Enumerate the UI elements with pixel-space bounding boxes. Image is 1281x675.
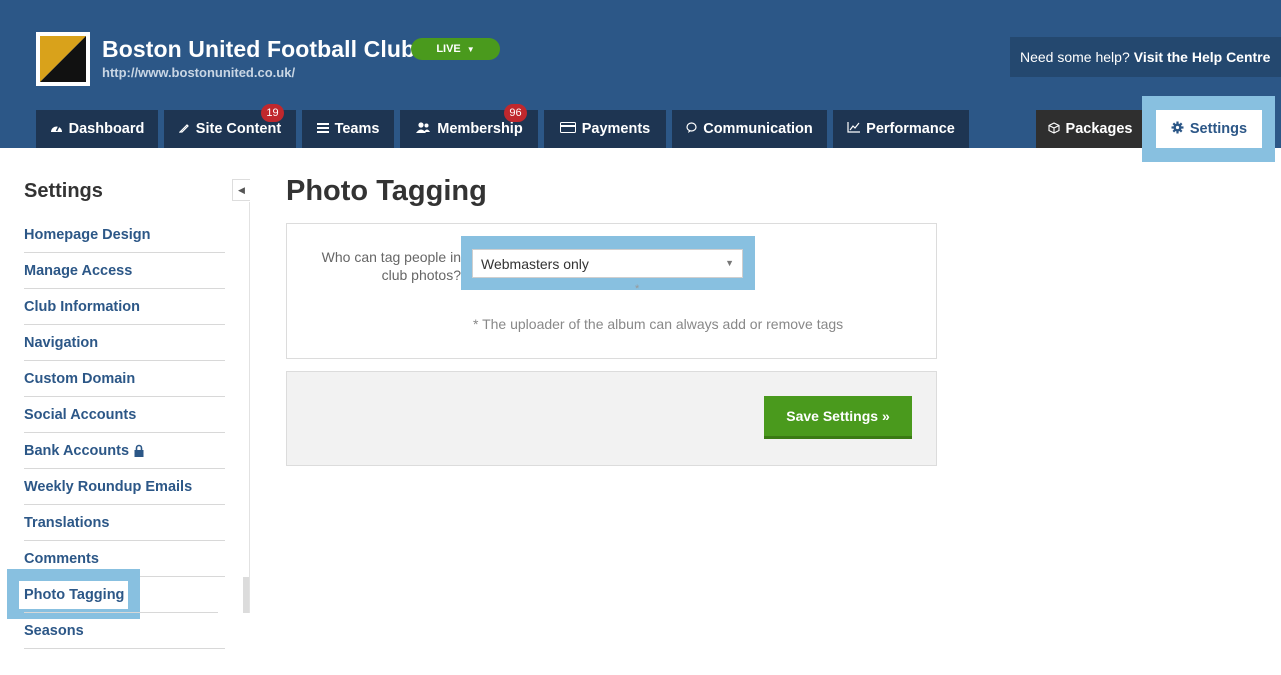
club-logo-icon xyxy=(40,36,86,82)
collapse-sidebar-button[interactable]: ◀ xyxy=(232,179,250,201)
card-icon xyxy=(559,122,576,136)
sidebar-item-bank-accounts[interactable]: Bank Accounts xyxy=(24,433,225,469)
tab-packages[interactable]: Packages xyxy=(1036,110,1144,148)
sidebar-item-club-information[interactable]: Club Information xyxy=(24,289,225,325)
sidebar-item-manage-access[interactable]: Manage Access xyxy=(24,253,225,289)
cube-icon xyxy=(1047,121,1060,137)
page-title: Photo Tagging xyxy=(286,175,487,207)
sidebar-item-homepage-design[interactable]: Homepage Design xyxy=(24,217,225,253)
tab-performance[interactable]: Performance xyxy=(833,110,969,148)
sidebar-scrollbar[interactable] xyxy=(243,577,249,613)
gear-icon xyxy=(1171,121,1184,138)
sidebar-item-label: Navigation xyxy=(24,334,99,351)
sidebar-item-translations[interactable]: Translations xyxy=(24,505,225,541)
sidebar-title: Settings xyxy=(24,180,103,202)
photo-tagging-field-label: Who can tag people in club photos? xyxy=(321,249,461,283)
sidebar-item-social-accounts[interactable]: Social Accounts xyxy=(24,397,225,433)
dashboard-icon xyxy=(50,122,63,136)
sidebar-item-label: Bank Accounts xyxy=(24,442,130,459)
sidebar-item-seasons[interactable]: Seasons xyxy=(24,613,225,649)
sidebar-item-label: Homepage Design xyxy=(24,226,151,243)
required-mark: * xyxy=(635,283,640,295)
chart-icon xyxy=(847,122,861,136)
club-name: Boston United Football Club xyxy=(102,36,416,62)
tab-settings[interactable]: Settings xyxy=(1156,110,1262,148)
sidebar-item-label: Translations xyxy=(24,514,110,531)
sidebar-item-label: Weekly Roundup Emails xyxy=(24,478,193,495)
sidebar-item-label: Manage Access xyxy=(24,262,133,279)
help-text: Need some help? xyxy=(1020,49,1130,65)
tab-site-content[interactable]: Site Content 19 xyxy=(164,104,296,148)
tab-label: Packages xyxy=(1065,121,1133,137)
users-icon xyxy=(415,122,431,136)
sidebar-item-custom-domain[interactable]: Custom Domain xyxy=(24,361,225,397)
tab-label: Performance xyxy=(866,121,955,137)
tab-label: Dashboard xyxy=(68,121,145,137)
tab-payments[interactable]: Payments xyxy=(544,110,666,148)
tab-label: Settings xyxy=(1189,121,1248,137)
tab-communication[interactable]: Communication xyxy=(672,110,827,148)
sidebar-item-navigation[interactable]: Navigation xyxy=(24,325,225,361)
tab-label: Payments xyxy=(581,121,651,137)
sidebar-item-label: Seasons xyxy=(24,622,84,639)
caret-left-icon: ◀ xyxy=(238,184,245,195)
site-content-count-badge: 19 xyxy=(261,104,284,122)
sidebar-item-label: Custom Domain xyxy=(24,370,136,387)
sidebar-item-label: Photo Tagging xyxy=(24,586,125,603)
caret-down-icon: ▼ xyxy=(466,44,475,54)
sidebar-item-weekly-roundup-emails[interactable]: Weekly Roundup Emails xyxy=(24,469,225,505)
sidebar-item-label: Club Information xyxy=(24,298,140,315)
tab-label: Teams xyxy=(334,121,380,137)
pencil-icon xyxy=(178,122,190,136)
tab-label: Site Content xyxy=(195,121,282,137)
tab-label: Communication xyxy=(703,121,813,137)
tab-label: Membership xyxy=(437,121,523,137)
uploader-note: * The uploader of the album can always a… xyxy=(473,316,844,332)
club-url[interactable]: http://www.bostonunited.co.uk/ xyxy=(102,65,295,80)
save-settings-button[interactable]: Save Settings » xyxy=(764,396,912,439)
chevron-down-icon: ▼ xyxy=(725,258,734,268)
lock-icon xyxy=(134,444,144,457)
sidebar-divider xyxy=(249,202,250,613)
photo-tagging-select[interactable]: Webmasters only ▼ xyxy=(472,249,743,278)
tab-teams[interactable]: Teams xyxy=(302,110,394,148)
sidebar-item-label: Social Accounts xyxy=(24,406,137,423)
tab-membership[interactable]: Membership 96 xyxy=(400,104,538,148)
select-value: Webmasters only xyxy=(481,255,589,272)
sidebar-item-label: Comments xyxy=(24,550,99,567)
membership-count-badge: 96 xyxy=(504,104,527,122)
club-logo[interactable] xyxy=(36,32,90,86)
tab-dashboard[interactable]: Dashboard xyxy=(36,110,158,148)
live-label: LIVE xyxy=(436,43,461,55)
help-box: Need some help? Visit the Help Centre xyxy=(1010,37,1281,77)
list-icon xyxy=(316,122,329,136)
help-centre-link[interactable]: Visit the Help Centre xyxy=(1134,49,1271,65)
sidebar-item-photo-tagging[interactable]: Photo Tagging xyxy=(24,577,218,613)
speech-bubble-icon xyxy=(686,121,697,137)
live-status-button[interactable]: LIVE ▼ xyxy=(411,38,500,60)
